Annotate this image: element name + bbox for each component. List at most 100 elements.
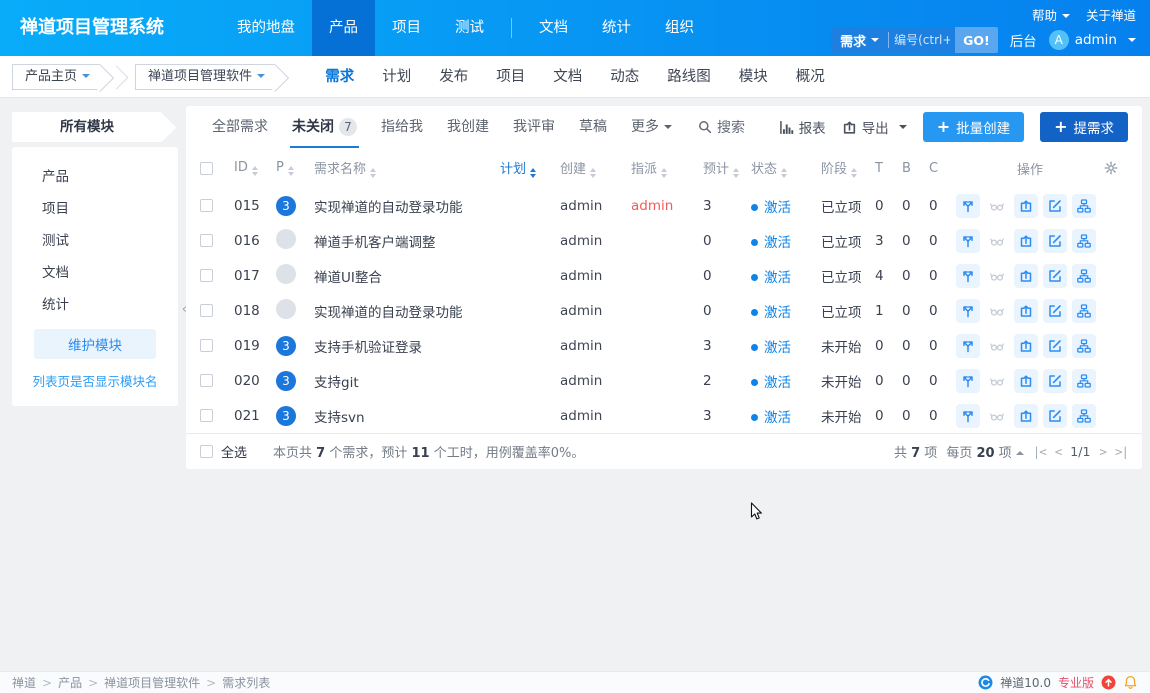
col-status[interactable]: 状态 <box>751 148 821 188</box>
close-icon[interactable] <box>1014 334 1038 358</box>
sidebar-item-project[interactable]: 项目 <box>12 191 178 223</box>
story-title[interactable]: 禅道手机客户端调整 <box>314 223 500 258</box>
subdivide-icon[interactable] <box>1072 404 1096 428</box>
prev-page-button[interactable]: < <box>1055 444 1062 459</box>
story-title[interactable]: 支持git <box>314 363 500 398</box>
subdivide-icon[interactable] <box>1072 264 1096 288</box>
nav-doc[interactable]: 文档 <box>522 0 585 56</box>
col-plan[interactable]: 计划 <box>500 148 560 188</box>
edit-icon[interactable] <box>1043 229 1067 253</box>
row-checkbox[interactable] <box>200 374 213 387</box>
tab-dynamic[interactable]: 动态 <box>596 56 653 98</box>
nav-test[interactable]: 测试 <box>438 0 501 56</box>
edit-icon[interactable] <box>1043 264 1067 288</box>
nav-stats[interactable]: 统计 <box>585 0 648 56</box>
story-title[interactable]: 支持svn <box>314 398 500 433</box>
col-estimate[interactable]: 预计 <box>703 148 751 188</box>
tab-overview[interactable]: 概况 <box>782 56 839 98</box>
quick-search-input[interactable] <box>889 33 955 47</box>
search-toggle[interactable]: 搜索 <box>698 117 745 137</box>
first-page-button[interactable]: |< <box>1033 444 1046 459</box>
col-id[interactable]: ID <box>234 148 276 188</box>
select-all-checkbox[interactable] <box>200 162 213 175</box>
change-icon[interactable] <box>956 229 980 253</box>
col-stage[interactable]: 阶段 <box>821 148 875 188</box>
tab-project[interactable]: 项目 <box>482 56 539 98</box>
search-category-dropdown[interactable]: 需求 <box>831 31 888 50</box>
row-checkbox[interactable] <box>200 234 213 247</box>
filter-unclosed[interactable]: 未关闭7 <box>280 106 369 148</box>
row-checkbox[interactable] <box>200 409 213 422</box>
filter-created-by-me[interactable]: 我创建 <box>435 106 501 148</box>
nav-my-dashboard[interactable]: 我的地盘 <box>220 0 312 56</box>
tab-plan[interactable]: 计划 <box>368 56 425 98</box>
footer-crumb-story-list[interactable]: 需求列表 <box>222 674 270 691</box>
app-title[interactable]: 禅道项目管理系统 <box>0 0 184 56</box>
all-modules-tab[interactable]: 所有模块 <box>12 112 162 142</box>
about-zentao-link[interactable]: 关于禅道 <box>1086 5 1136 24</box>
select-all-checkbox[interactable] <box>200 445 213 458</box>
filter-reviewed-by-me[interactable]: 我评审 <box>501 106 567 148</box>
filter-assigned-to-me[interactable]: 指给我 <box>369 106 435 148</box>
user-menu[interactable]: A admin <box>1049 30 1136 50</box>
close-icon[interactable] <box>1014 264 1038 288</box>
row-checkbox[interactable] <box>200 269 213 282</box>
breadcrumb-product-name[interactable]: 禅道项目管理软件 <box>135 64 275 90</box>
nav-org[interactable]: 组织 <box>648 0 711 56</box>
subdivide-icon[interactable] <box>1072 369 1096 393</box>
col-title[interactable]: 需求名称 <box>314 148 500 188</box>
footer-crumb-product[interactable]: 产品 <box>58 674 82 691</box>
edit-icon[interactable] <box>1043 404 1067 428</box>
edit-icon[interactable] <box>1043 369 1067 393</box>
select-all-label[interactable]: 全选 <box>221 442 247 461</box>
sidebar-item-doc[interactable]: 文档 <box>12 255 178 287</box>
col-priority[interactable]: P <box>276 148 314 188</box>
col-created-by[interactable]: 创建 <box>560 148 631 188</box>
close-icon[interactable] <box>1014 229 1038 253</box>
close-icon[interactable] <box>1014 369 1038 393</box>
tab-release[interactable]: 发布 <box>425 56 482 98</box>
table-settings[interactable] <box>1104 148 1128 188</box>
row-checkbox[interactable] <box>200 304 213 317</box>
tab-doc[interactable]: 文档 <box>539 56 596 98</box>
show-module-name-toggle[interactable]: 列表页是否显示模块名 <box>12 371 178 390</box>
bell-icon[interactable] <box>1123 675 1138 690</box>
tab-story[interactable]: 需求 <box>311 56 368 98</box>
sidebar-item-product[interactable]: 产品 <box>12 159 178 191</box>
subdivide-icon[interactable] <box>1072 334 1096 358</box>
subdivide-icon[interactable] <box>1072 229 1096 253</box>
edit-icon[interactable] <box>1043 334 1067 358</box>
change-icon[interactable] <box>956 194 980 218</box>
report-button[interactable]: 报表 <box>779 117 826 137</box>
story-title[interactable]: 实现禅道的自动登录功能 <box>314 293 500 328</box>
maintain-modules-button[interactable]: 维护模块 <box>34 329 156 359</box>
sidebar-item-test[interactable]: 测试 <box>12 223 178 255</box>
propose-story-button[interactable]: +提需求 <box>1040 112 1128 142</box>
close-icon[interactable] <box>1014 299 1038 323</box>
change-icon[interactable] <box>956 264 980 288</box>
tab-module[interactable]: 模块 <box>725 56 782 98</box>
change-icon[interactable] <box>956 334 980 358</box>
edit-icon[interactable] <box>1043 299 1067 323</box>
change-icon[interactable] <box>956 404 980 428</box>
backend-link[interactable]: 后台 <box>1010 30 1037 50</box>
story-title[interactable]: 实现禅道的自动登录功能 <box>314 188 500 223</box>
next-page-button[interactable]: > <box>1099 444 1106 459</box>
col-assigned-to[interactable]: 指派 <box>631 148 703 188</box>
last-page-button[interactable]: >| <box>1115 444 1128 459</box>
tab-roadmap[interactable]: 路线图 <box>653 56 725 98</box>
filter-draft[interactable]: 草稿 <box>567 106 619 148</box>
export-dropdown[interactable]: 导出 <box>842 117 907 137</box>
help-menu[interactable]: 帮助 <box>1032 5 1070 24</box>
filter-more-dropdown[interactable]: 更多 <box>619 106 684 148</box>
go-button[interactable]: GO! <box>955 27 998 53</box>
row-checkbox[interactable] <box>200 339 213 352</box>
footer-crumb-product-name[interactable]: 禅道项目管理软件 <box>104 674 200 691</box>
subdivide-icon[interactable] <box>1072 299 1096 323</box>
row-checkbox[interactable] <box>200 199 213 212</box>
story-title[interactable]: 禅道UI整合 <box>314 258 500 293</box>
breadcrumb-product-home[interactable]: 产品主页 <box>12 64 100 90</box>
nav-project[interactable]: 项目 <box>375 0 438 56</box>
story-title[interactable]: 支持手机验证登录 <box>314 328 500 363</box>
change-icon[interactable] <box>956 369 980 393</box>
